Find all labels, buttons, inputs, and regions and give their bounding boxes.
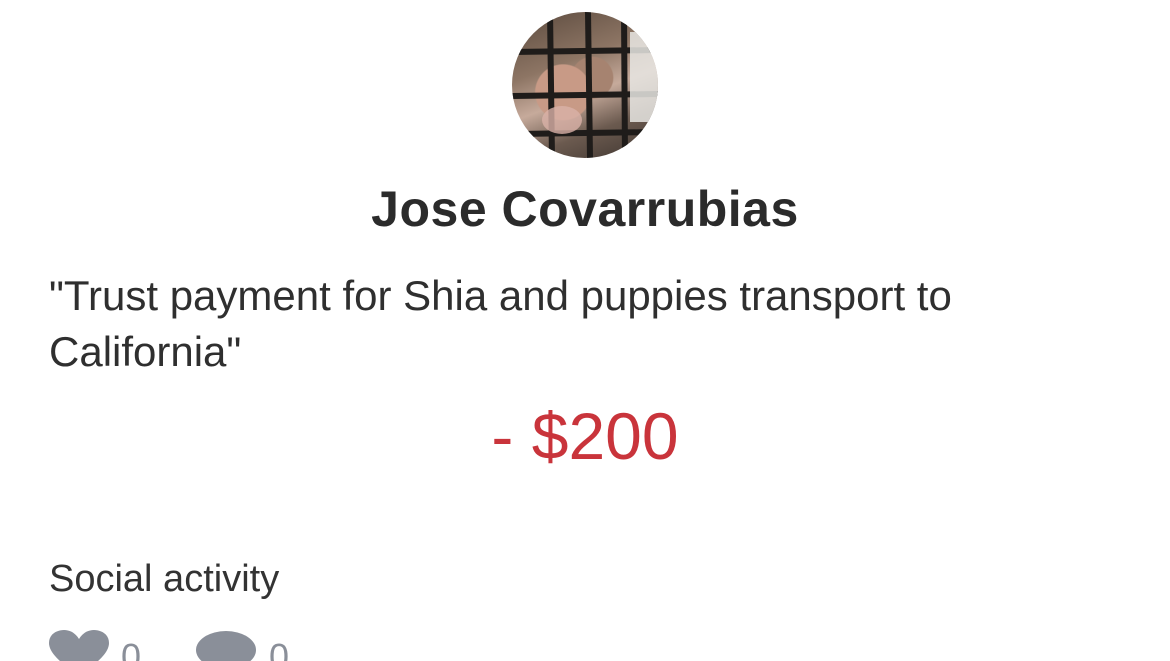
like-count: 0 (121, 636, 142, 661)
comment-count: 0 (269, 636, 290, 661)
avatar[interactable] (512, 12, 658, 158)
avatar-photo (512, 12, 658, 158)
transaction-detail-screen: Jose Covarrubias "Trust payment for Shia… (0, 0, 1170, 661)
comment-icon[interactable] (195, 630, 257, 661)
heart-icon[interactable] (49, 630, 109, 661)
payment-note: "Trust payment for Shia and puppies tran… (49, 272, 952, 375)
payment-amount: - $200 (491, 399, 679, 473)
payee-name: Jose Covarrubias (371, 181, 799, 237)
social-activity-row: 0 0 (49, 630, 449, 661)
social-activity-heading: Social activity (49, 558, 280, 600)
